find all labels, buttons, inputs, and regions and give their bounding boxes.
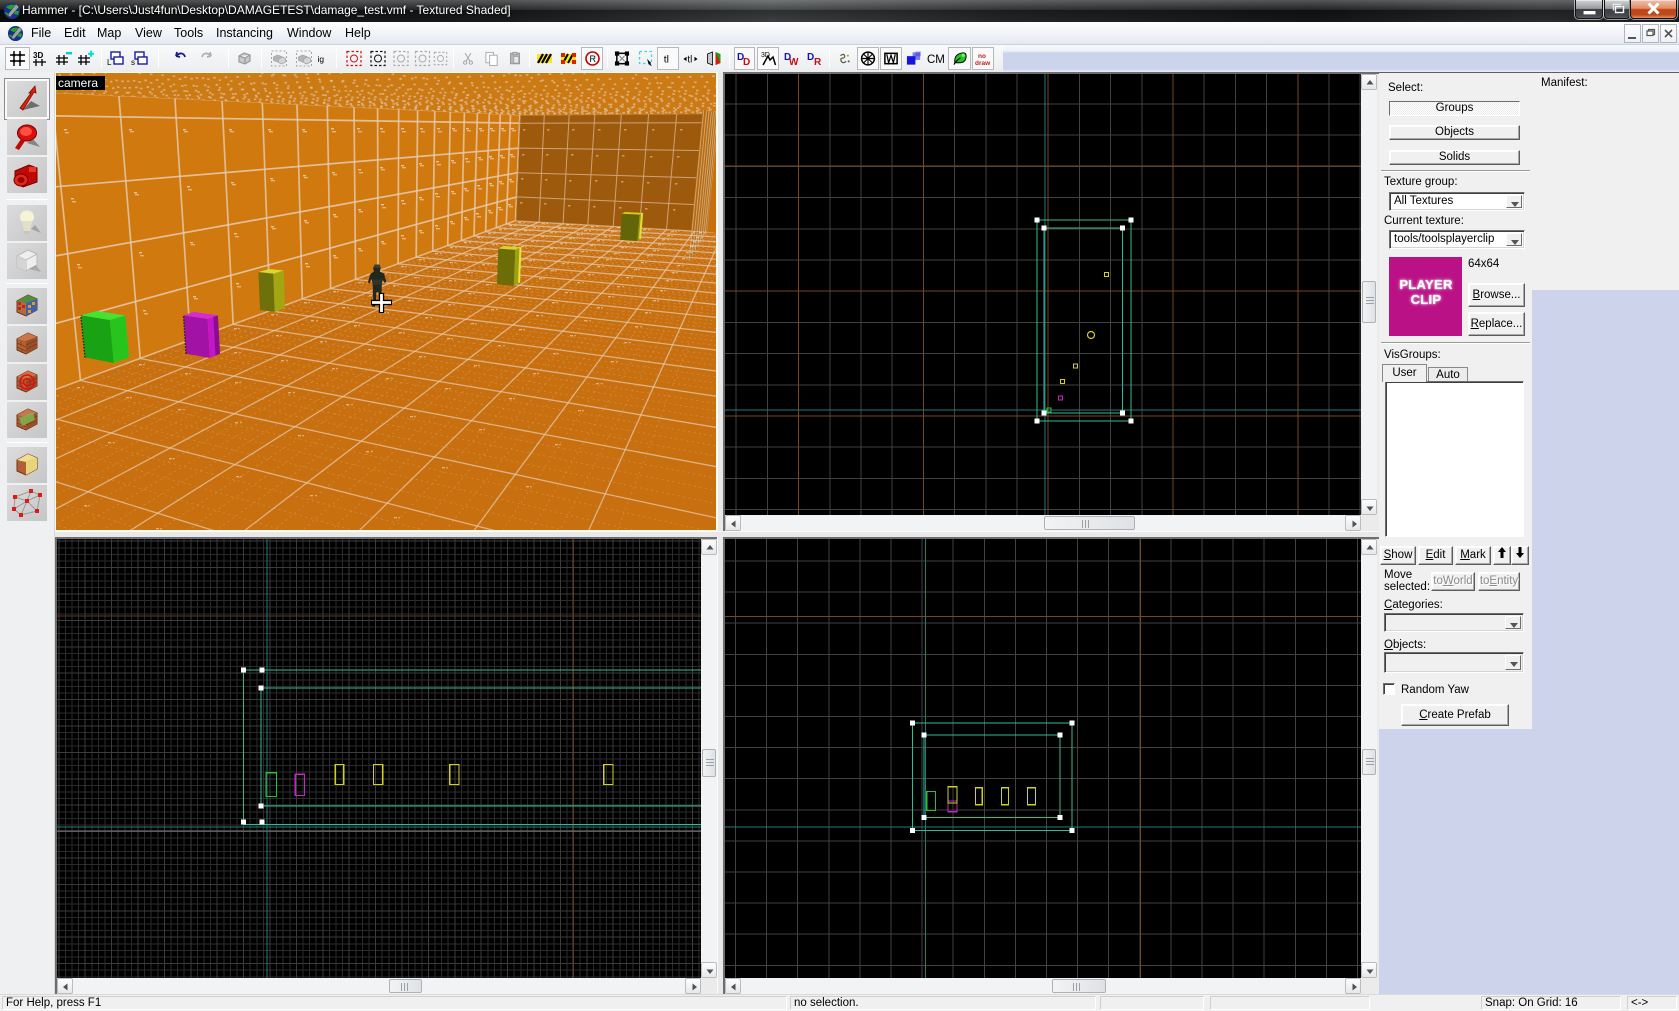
svg-text:L: L [107,58,112,67]
svg-text:no: no [978,53,986,60]
svg-text:draw: draw [975,60,991,67]
svg-text:camera: camera [58,76,98,90]
svg-text:D: D [743,57,750,67]
svg-text:R: R [590,54,597,64]
svg-text:W: W [789,57,799,67]
svg-text:ig: ig [318,54,325,64]
svg-text:s: s [131,58,135,67]
svg-text:R: R [814,57,822,67]
svg-text:tl: tl [664,55,669,66]
svg-text:3D: 3D [33,51,43,60]
svg-text:CM: CM [927,54,944,66]
svg-text:tl: tl [687,54,692,65]
